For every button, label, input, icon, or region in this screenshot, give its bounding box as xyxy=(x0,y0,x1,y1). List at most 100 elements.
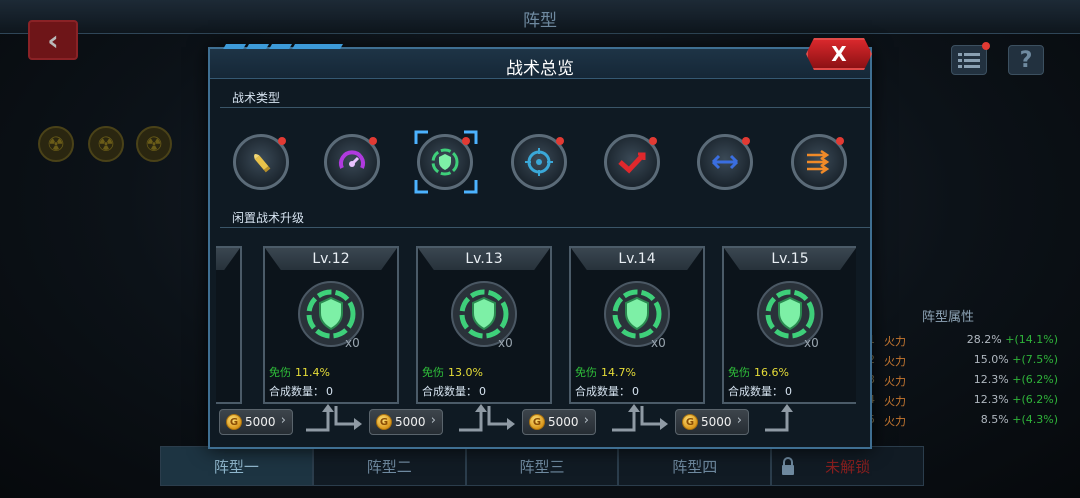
attribute-value: 12.3% +(6.2%) xyxy=(973,373,1058,386)
tactic-type-triple-arrow[interactable] xyxy=(791,134,847,190)
radiation-icon[interactable]: ☢ xyxy=(88,126,124,162)
card-stat: 免伤 16.6% xyxy=(728,366,789,379)
upgrade-card[interactable]: Lv.12 x0 免伤 11.4% 合成数量： 0 xyxy=(263,246,399,404)
screen-title: 阵型 xyxy=(523,11,557,31)
notification-dot xyxy=(278,137,286,145)
upgrade-card[interactable]: Lv.14 x0 免伤 14.7% 合成数量： 0 xyxy=(569,246,705,404)
close-icon: X xyxy=(831,42,847,66)
card-synth-count: 合成数量： 0 xyxy=(269,385,333,398)
section-divider xyxy=(220,227,870,228)
tab-formation-locked[interactable]: 未解锁 xyxy=(771,446,924,486)
tactic-type-bullet[interactable] xyxy=(233,134,289,190)
coin-icon: G xyxy=(682,414,698,430)
cost-value: 5000 xyxy=(245,415,276,429)
selection-frame xyxy=(414,130,478,194)
radiation-icon[interactable]: ☢ xyxy=(38,126,74,162)
upgrade-arrow-icon xyxy=(612,404,668,432)
upgrade-cost-button[interactable]: G 5000 › xyxy=(219,409,293,435)
upgrade-arrow-icon xyxy=(459,404,515,432)
card-synth-count: 合成数量： 0 xyxy=(575,385,639,398)
attribute-value: 8.5% +(4.3%) xyxy=(980,413,1058,426)
attribute-label: 火力 xyxy=(884,355,906,368)
attribute-label: 火力 xyxy=(884,335,906,348)
bullet-icon xyxy=(254,154,271,173)
card-count: x0 xyxy=(345,336,360,350)
card-level: Lv.15 xyxy=(724,248,856,270)
question-mark-icon: ? xyxy=(1019,47,1033,73)
card-level: Lv.13 xyxy=(418,248,550,270)
card-count: x0 xyxy=(651,336,666,350)
tab-formation-3[interactable]: 阵型三 xyxy=(465,446,619,486)
cost-value: 5000 xyxy=(548,415,579,429)
cost-value: 5000 xyxy=(701,415,732,429)
notification-dot xyxy=(742,137,750,145)
attribute-label: 火力 xyxy=(884,375,906,388)
lock-icon xyxy=(782,457,795,475)
attribute-row: 1 火力 28.2% +(14.1%) xyxy=(868,333,1058,353)
upgrade-card[interactable] xyxy=(216,246,242,404)
card-level: Lv.14 xyxy=(571,248,703,270)
tab-formation-2[interactable]: 阵型二 xyxy=(312,446,466,486)
help-button[interactable]: ? xyxy=(1008,45,1044,75)
dialog-title: 战术总览 xyxy=(506,59,574,79)
list-icon xyxy=(958,53,980,68)
close-button[interactable]: X xyxy=(806,38,872,70)
locked-label: 未解锁 xyxy=(825,457,871,476)
notification-dot xyxy=(556,137,564,145)
attribute-label: 火力 xyxy=(884,415,906,428)
chevron-right-icon: › xyxy=(736,413,742,428)
cost-value: 5000 xyxy=(395,415,426,429)
attribute-value: 28.2% +(14.1%) xyxy=(966,333,1058,346)
tactic-type-speed[interactable] xyxy=(324,134,380,190)
attribute-label: 火力 xyxy=(884,395,906,408)
card-synth-count: 合成数量： 0 xyxy=(728,385,792,398)
card-level: Lv.12 xyxy=(265,248,397,270)
speed-gauge-icon xyxy=(339,150,365,169)
tab-formation-4[interactable]: 阵型四 xyxy=(618,446,772,486)
notification-dot xyxy=(369,137,377,145)
top-bar: 阵型 xyxy=(0,0,1080,34)
coin-icon: G xyxy=(376,414,392,430)
back-button[interactable]: ‹ xyxy=(28,20,78,60)
tactic-type-check[interactable] xyxy=(604,134,660,190)
card-count: x0 xyxy=(498,336,513,350)
section-title-tactic-types: 战术类型 xyxy=(232,91,281,105)
card-synth-count: 合成数量： 0 xyxy=(422,385,486,398)
upgrade-card[interactable]: Lv.15 x0 免伤 16.6% 合成数量： 0 xyxy=(722,246,856,404)
list-menu-button[interactable] xyxy=(951,42,990,75)
chevron-right-icon: › xyxy=(280,413,286,428)
attribute-row: 5 火力 8.5% +(4.3%) xyxy=(868,413,1058,433)
dialog-header: 战术总览 xyxy=(210,49,870,79)
attribute-value: 15.0% +(7.5%) xyxy=(973,353,1058,366)
chevron-left-icon: ‹ xyxy=(47,23,59,57)
section-divider xyxy=(220,107,870,108)
attributes-title: 阵型属性 xyxy=(922,310,975,325)
triple-arrow-icon xyxy=(807,149,830,175)
section-title-idle-upgrade: 闲置战术升级 xyxy=(232,211,305,225)
upgrade-arrow-icon xyxy=(306,404,362,432)
upgrade-cost-button[interactable]: G 5000 › xyxy=(675,409,749,435)
formation-tabs: 阵型一 阵型二 阵型三 阵型四 未解锁 xyxy=(160,446,924,486)
upgrade-arrow-icon xyxy=(765,404,793,432)
card-stat: 免伤 11.4% xyxy=(269,366,330,379)
upgrade-card[interactable]: Lv.13 x0 免伤 13.0% 合成数量： 0 xyxy=(416,246,552,404)
upgrade-cost-button[interactable]: G 5000 › xyxy=(522,409,596,435)
chevron-right-icon: › xyxy=(583,413,589,428)
notification-dot xyxy=(649,137,657,145)
notification-dot xyxy=(836,137,844,145)
crosshair-icon xyxy=(525,148,553,176)
attribute-row: 4 火力 12.3% +(6.2%) xyxy=(868,393,1058,413)
attribute-row: 3 火力 12.3% +(6.2%) xyxy=(868,373,1058,393)
card-count: x0 xyxy=(804,336,819,350)
chevron-right-icon: › xyxy=(430,413,436,428)
coin-icon: G xyxy=(529,414,545,430)
attribute-row: 2 火力 15.0% +(7.5%) xyxy=(868,353,1058,373)
radiation-icon[interactable]: ☢ xyxy=(136,126,172,162)
card-stat: 免伤 13.0% xyxy=(422,366,483,379)
checkmark-arrow-icon xyxy=(618,152,646,174)
upgrade-cost-button[interactable]: G 5000 › xyxy=(369,409,443,435)
tactic-type-double-arrow[interactable] xyxy=(697,134,753,190)
tactic-type-target[interactable] xyxy=(511,134,567,190)
tab-formation-1[interactable]: 阵型一 xyxy=(160,446,313,486)
upgrade-card-list[interactable]: Lv.12 x0 免伤 11.4% 合成数量： 0 Lv.13 x0 免伤 13.0%… xyxy=(216,242,856,440)
